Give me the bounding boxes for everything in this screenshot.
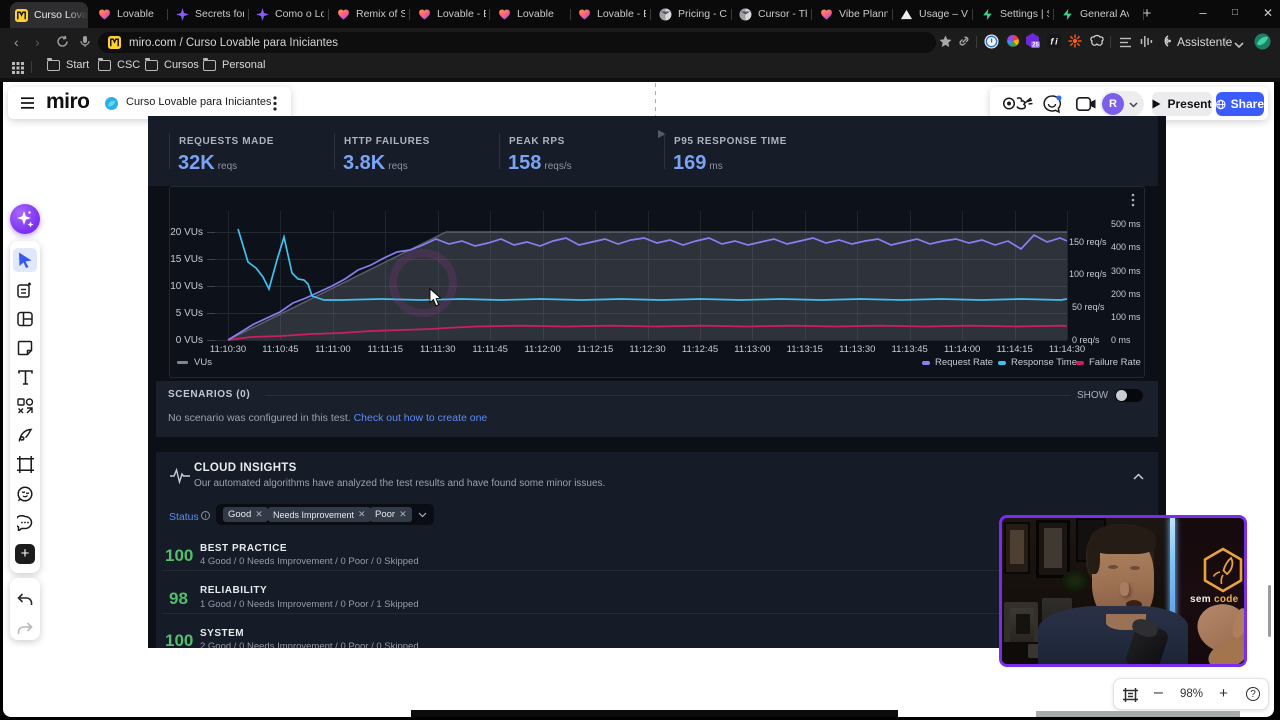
svg-text:f i: f i bbox=[1050, 37, 1058, 47]
svg-text:25: 25 bbox=[1032, 43, 1039, 49]
